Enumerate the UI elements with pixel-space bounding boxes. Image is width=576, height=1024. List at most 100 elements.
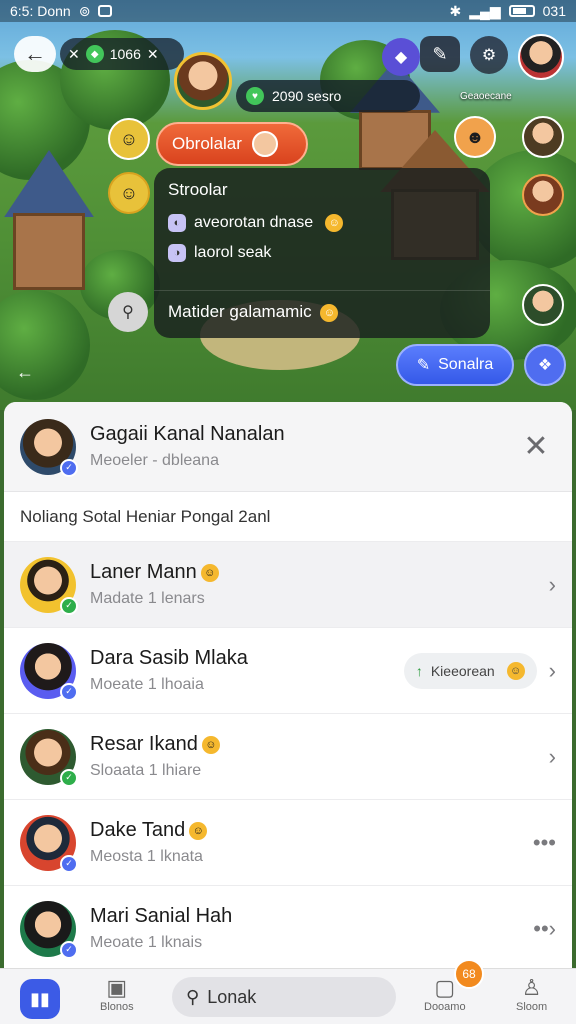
notification-icon: ⊚ <box>78 2 91 19</box>
pencil-icon: ✎ <box>416 357 431 374</box>
tab-blonos[interactable]: ▣ Blonos <box>100 975 134 1013</box>
emoji-icon: ☺ <box>325 214 344 232</box>
chevron-right-icon[interactable]: › <box>549 744 556 770</box>
side-avatar[interactable] <box>522 284 564 326</box>
user-icon: ♙ <box>521 975 542 1000</box>
chevron-right-icon[interactable]: › <box>549 572 556 598</box>
location-label: Geaoecane <box>460 91 512 102</box>
home-icon: ▮▮ <box>30 988 50 1009</box>
chat-option-label: laorol seak <box>194 244 272 261</box>
edit-icon[interactable]: ✎ <box>420 36 460 72</box>
activity-chip[interactable]: ↑ Kieeorean ☺ <box>403 652 537 689</box>
invite-button-label: Obrolalar <box>172 134 242 153</box>
verified-badge-icon: ✓ <box>60 682 78 701</box>
tab-dooamo[interactable]: ▢ Dooamo <box>424 975 466 1013</box>
friend-name: Laner Mann ☺ <box>90 561 219 584</box>
sheet-header: ✓ Gagaii Kanal Nanalan Meoeler - dbleana… <box>4 402 572 492</box>
arrow-left-icon[interactable]: ← <box>16 362 34 383</box>
chat-icon: ▢ <box>434 975 456 1000</box>
avatar: ✓ <box>20 728 78 787</box>
friend-name: Resar Ikand ☺ <box>90 733 220 756</box>
friend-status: Sloaata 1 lhiare <box>90 762 202 779</box>
friend-row[interactable]: ✓ Dara Sasib Mlaka Moeate 1 lhoaia ↑ Kie… <box>4 628 572 714</box>
home-tab[interactable]: ▮▮ <box>20 979 60 1019</box>
primary-action-button[interactable]: ✎ Sonalra <box>396 344 514 386</box>
online-badge-icon: ✓ <box>60 596 78 615</box>
divider <box>154 290 490 291</box>
chat-bubble-icon: ◑ <box>168 244 186 262</box>
search-text: Lonak <box>207 986 257 1007</box>
currency-pill[interactable]: ✕ ◆ 1066 ✕ <box>60 38 184 70</box>
chat-title: Stroolar <box>168 180 228 199</box>
emoji-icon: ☺ <box>506 661 525 680</box>
house-decoration <box>4 150 94 290</box>
friend-row[interactable]: ✓ Dake Tand ☺ Meosta 1 lknata ••• <box>4 800 572 886</box>
side-avatar[interactable]: ☻ <box>454 116 496 158</box>
friend-row[interactable]: ✓ Laner Mann ☺ Madate 1 lenars › <box>4 542 572 628</box>
back-button[interactable]: ← <box>14 36 56 72</box>
avatar: ✓ <box>20 814 78 873</box>
friend-status: Meosta 1 lknata <box>90 848 203 865</box>
chat-option[interactable]: ◐ aveorotan dnase ☺ <box>168 214 476 232</box>
battery-icon <box>508 5 535 17</box>
emoji-icon: ☺ <box>189 821 208 840</box>
primary-action-label: Sonalra <box>438 356 494 373</box>
chat-option[interactable]: ◑ laorol seak <box>168 244 476 262</box>
search-bar[interactable]: ⚲ Lonak <box>172 977 396 1017</box>
side-avatar[interactable]: ☺ <box>108 118 150 160</box>
friend-status: Meoate 1 lknais <box>90 934 203 951</box>
avatar: ✓ <box>20 900 78 959</box>
chat-panel: Stroolar ◐ aveorotan dnase ☺ ◑ laorol se… <box>154 168 490 338</box>
tab-label: Blonos <box>100 1001 134 1013</box>
game-scene[interactable]: 6:5: Donn ⊚ ✱ ▂▄▆ 031 ← ✕ ◆ 1066 ✕ ♥ 209… <box>0 0 576 410</box>
chat-footer[interactable]: Matider galamamic ☺ <box>168 302 339 322</box>
leaf-icon: ↑ <box>415 662 423 679</box>
bluetooth-icon: ✱ <box>449 2 462 19</box>
profile-avatar[interactable] <box>518 34 564 80</box>
verified-badge-icon: ✓ <box>60 458 78 477</box>
emoji-icon: ☺ <box>320 303 339 322</box>
bottom-nav: ▮▮ ▣ Blonos ⚲ Lonak 68 ▢ Dooamo ♙ Sloom <box>0 959 576 1024</box>
player-avatar[interactable] <box>174 52 232 110</box>
friend-row[interactable]: ✓ Resar Ikand ☺ Sloaata 1 lhiare › <box>4 714 572 800</box>
avatar: ✓ <box>20 418 78 477</box>
shield-icon[interactable]: ◆ <box>382 38 420 76</box>
search-icon: ⚲ <box>186 986 200 1007</box>
chat-search-icon[interactable]: ⚲ <box>108 292 148 332</box>
section-label: Noliang Sotal Heniar Pongal 2anl <box>4 492 572 542</box>
friend-status: Moeate 1 lhoaia <box>90 676 204 693</box>
emoji-icon: ☺ <box>201 735 220 754</box>
verified-badge-icon: ✓ <box>60 854 78 873</box>
status-right-text: 031 <box>542 3 566 19</box>
settings-icon[interactable]: ⚙ <box>470 36 508 74</box>
arrow-left-icon: ← <box>24 41 46 66</box>
side-avatar[interactable] <box>522 174 564 216</box>
chat-footer-label: Matider galamamic <box>168 302 312 321</box>
avatar: ✓ <box>20 556 78 615</box>
chat-bubble-icon: ◐ <box>168 214 186 232</box>
score-value: 2090 sesro <box>272 88 342 104</box>
more-chevron-icon[interactable]: ••› <box>533 916 556 942</box>
friend-row[interactable]: ✓ Mari Sanial Hah Meoate 1 lknais ••› <box>4 886 572 968</box>
signal-icon: ▂▄▆ <box>469 2 501 19</box>
side-avatar[interactable] <box>522 116 564 158</box>
tree-decoration <box>0 290 90 400</box>
invite-button[interactable]: Obrolalar <box>156 122 308 166</box>
friend-name: Dara Sasib Mlaka <box>90 647 248 669</box>
profile-name: Gagaii Kanal Nanalan <box>90 423 285 445</box>
clock: 6:5: Donn <box>10 3 71 19</box>
chevron-right-icon[interactable]: › <box>549 658 556 684</box>
avatar-mini <box>251 131 278 157</box>
friend-status: Madate 1 lenars <box>90 590 205 607</box>
close-small-icon: ✕ <box>68 45 80 62</box>
tab-profile[interactable]: ♙ Sloom <box>516 975 547 1013</box>
verified-badge-icon: ✓ <box>60 940 78 959</box>
friend-name: Dake Tand ☺ <box>90 819 208 842</box>
friends-sheet: ✓ Gagaii Kanal Nanalan Meoeler - dbleana… <box>4 402 572 968</box>
more-icon[interactable]: ••• <box>533 830 556 856</box>
activity-chip-label: Kieeorean <box>430 662 495 679</box>
group-icon[interactable]: ❖ <box>524 344 566 386</box>
close-icon[interactable]: ✕ <box>147 46 159 63</box>
side-avatar[interactable]: ☺ <box>108 172 150 214</box>
close-icon[interactable]: ✕ <box>516 429 556 464</box>
